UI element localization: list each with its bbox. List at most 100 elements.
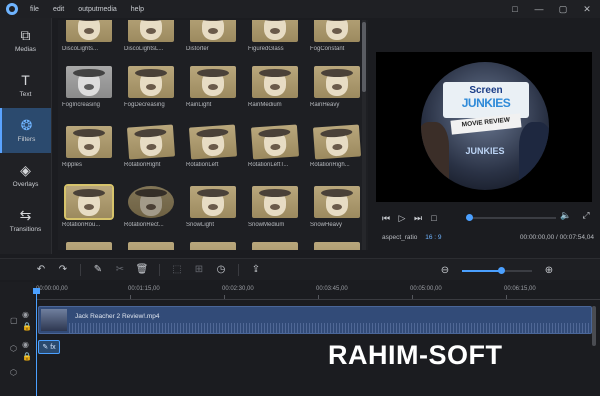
track-visibility-icon[interactable]: ◉ (22, 340, 29, 349)
filter-tile[interactable]: RotationRect... (124, 186, 178, 228)
left-nav: ⧉ Medias T Text ❂ Filters ◈ Overlays ⇆ T… (0, 18, 52, 254)
filter-tile[interactable]: SnowLight (186, 186, 240, 228)
menu-edit[interactable]: edit (53, 6, 64, 13)
filter-thumbnail (66, 242, 112, 250)
crop-icon[interactable]: ⬚ (166, 264, 188, 275)
menu-help[interactable]: help (131, 6, 144, 13)
filter-tile[interactable] (186, 242, 240, 250)
filter-thumbnail (190, 242, 236, 250)
fullscreen-icon[interactable]: ⤢ (578, 210, 594, 221)
effects-track-icon[interactable]: ⬡ (10, 344, 17, 353)
filter-tile[interactable] (248, 242, 302, 250)
stop-icon[interactable]: □ (426, 213, 442, 223)
seek-knob[interactable] (465, 214, 473, 221)
next-frame-icon[interactable]: ⏭ (410, 213, 426, 224)
menu-bar: file edit outputmedia help (30, 6, 144, 13)
nav-filters[interactable]: ❂ Filters (0, 108, 51, 153)
filter-tile[interactable] (310, 242, 364, 250)
track-lock-icon[interactable]: 🔒 (22, 322, 32, 331)
edit-toolbar: ↶ ↷ ✎ ✂ 🗑 ⬚ ⊞ ◷ ⇪ ⊖ ⊕ (0, 258, 600, 280)
filter-thumbnail (252, 242, 298, 250)
audio-waveform (69, 323, 589, 333)
zoom-slider-knob[interactable] (497, 266, 505, 274)
filter-thumbnail (190, 186, 236, 218)
filter-thumbnail (64, 184, 114, 220)
filter-thumbnail (252, 66, 298, 98)
aspect-ratio-select[interactable]: 16 : 9 (425, 234, 441, 241)
window-controls: □ — ▢ ✕ (510, 3, 592, 15)
zoom-in-icon[interactable]: ⊕ (538, 265, 560, 276)
filter-tile[interactable]: FogIncreasing (62, 66, 116, 108)
filters-grid: DiscoLights... DiscoLightsL... Distorter… (58, 20, 368, 250)
divider (238, 263, 239, 276)
minimize-icon[interactable]: — (534, 3, 544, 15)
zoom-out-icon[interactable]: ⊖ (434, 265, 456, 276)
filter-thumbnail (128, 186, 174, 218)
nav-text[interactable]: T Text (0, 63, 51, 108)
filters-scrollbar-thumb[interactable] (362, 22, 366, 92)
filter-thumbnail (66, 20, 112, 42)
play-icon[interactable]: ▷ (394, 213, 410, 224)
filter-tile[interactable]: FiguredGlass (248, 20, 302, 52)
filter-tile[interactable]: RainMedium (248, 66, 302, 108)
close-icon[interactable]: ✕ (582, 3, 592, 15)
filter-tile[interactable]: RotationRight (124, 124, 178, 168)
filter-tile[interactable]: DiscoLightsL... (124, 20, 178, 52)
app-logo-icon (6, 3, 18, 15)
fx-icon: fx (50, 343, 56, 351)
filter-tile[interactable]: RainLight (186, 66, 240, 108)
nav-medias[interactable]: ⧉ Medias (0, 18, 51, 63)
filter-tile[interactable] (124, 242, 178, 250)
filter-thumbnail (128, 242, 174, 250)
menu-file[interactable]: file (30, 6, 39, 13)
edit-icon: ✎ (42, 344, 49, 351)
redo-icon[interactable]: ↷ (52, 264, 74, 275)
filter-tile[interactable]: RotationLeftT... (248, 124, 302, 168)
filter-tile[interactable]: RotationRigh... (310, 124, 364, 168)
nav-overlays[interactable]: ◈ Overlays (0, 153, 51, 198)
video-clip[interactable]: Jack Reacher 2 Review!.mp4 (38, 306, 592, 334)
timeline-scrollbar[interactable] (592, 306, 596, 346)
filter-tile[interactable]: RotationLeft (186, 124, 240, 168)
filter-thumbnail (314, 20, 360, 42)
track-toggle-icon[interactable]: ▢ (10, 316, 18, 325)
playhead[interactable] (36, 288, 37, 396)
undo-icon[interactable]: ↶ (30, 264, 52, 275)
filter-tile[interactable]: RainHeavy (310, 66, 364, 108)
track-visibility-icon[interactable]: ◉ (22, 310, 29, 319)
aspect-ratio-label: aspect_ratio (382, 234, 418, 241)
zoom-slider[interactable] (462, 266, 532, 274)
filter-tile-selected[interactable]: RotationRou... (62, 184, 116, 228)
filter-clip[interactable]: ✎ fx (38, 340, 60, 354)
video-preview[interactable]: Screen JUNKIES MOVIE REVIEW JUNKIES (376, 52, 592, 202)
cut-icon[interactable]: ✂ (109, 264, 131, 275)
seek-bar[interactable] (466, 217, 556, 219)
prev-frame-icon[interactable]: ⏮ (378, 213, 394, 224)
maximize-icon[interactable]: ▢ (558, 3, 568, 15)
speed-icon[interactable]: ◷ (210, 264, 232, 275)
text-icon: T (21, 72, 30, 88)
watermark: RAHIM-SOFT (328, 340, 503, 370)
filter-tile[interactable]: SnowMedium (248, 186, 302, 228)
nav-transitions[interactable]: ⇆ Transitions (0, 198, 51, 243)
menu-outputmedia[interactable]: outputmedia (78, 6, 117, 13)
filter-thumbnail (252, 20, 298, 42)
filter-tile[interactable]: FogDecreasing (124, 66, 178, 108)
filter-thumbnail (126, 124, 176, 160)
feedback-icon[interactable]: □ (510, 3, 520, 15)
filter-tile[interactable]: Ripples (62, 126, 116, 168)
edit-icon[interactable]: ✎ (87, 264, 109, 275)
filter-tile[interactable]: SnowHeavy (310, 186, 364, 228)
preview-bottom-logo: JUNKIES (465, 146, 505, 156)
filter-tile[interactable]: FogConstant (310, 20, 364, 52)
text-track-icon[interactable]: ⬡ (10, 368, 17, 377)
track-lock-icon[interactable]: 🔒 (22, 352, 32, 361)
filter-tile[interactable]: DiscoLights... (62, 20, 116, 52)
volume-icon[interactable]: 🔈 (558, 210, 574, 221)
filter-tile[interactable] (62, 242, 116, 250)
filter-tile[interactable]: Distorter (186, 20, 240, 52)
delete-icon[interactable]: 🗑 (131, 264, 153, 275)
split-icon[interactable]: ⊞ (188, 264, 210, 275)
export-icon[interactable]: ⇪ (245, 264, 267, 275)
timeline-ruler[interactable]: 00:00:00,00 00:01:15,00 00:02:30,00 00:0… (36, 284, 600, 300)
